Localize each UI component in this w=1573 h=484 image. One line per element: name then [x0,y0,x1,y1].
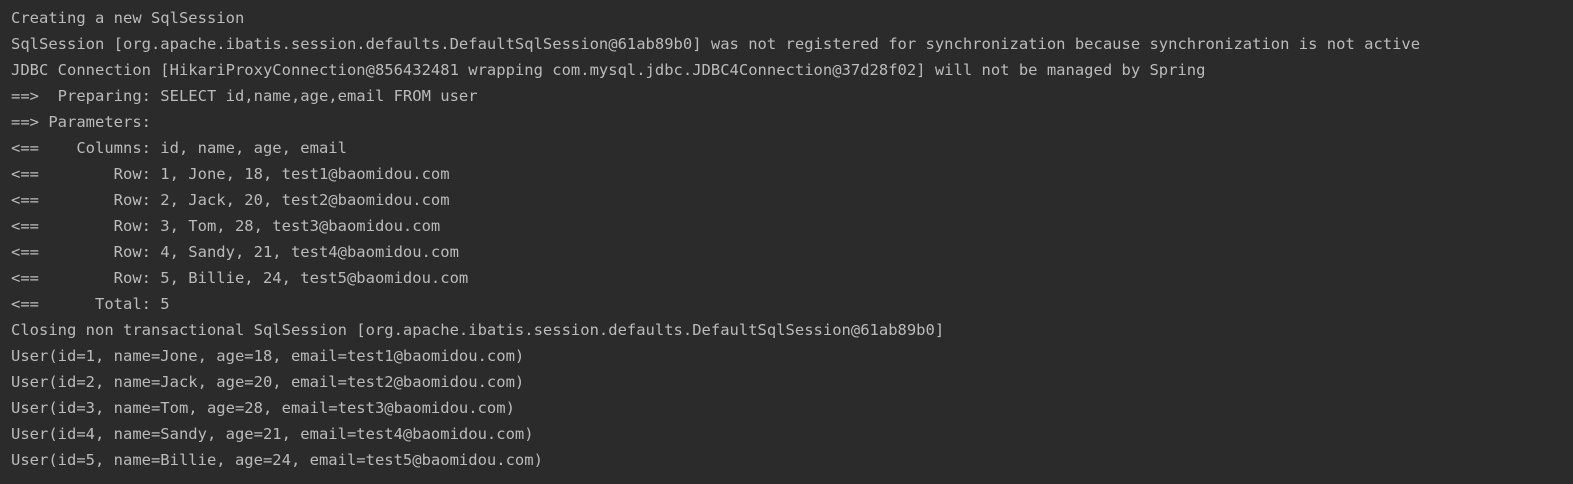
console-line: <== Row: 4, Sandy, 21, test4@baomidou.co… [11,243,459,261]
console-line: User(id=5, name=Billie, age=24, email=te… [11,451,543,469]
console-line: ==> Parameters: [11,113,161,131]
console-line: User(id=3, name=Tom, age=28, email=test3… [11,399,515,417]
console-line: ==> Preparing: SELECT id,name,age,email … [11,87,478,105]
console-line: <== Row: 1, Jone, 18, test1@baomidou.com [11,165,450,183]
console-line: User(id=4, name=Sandy, age=21, email=tes… [11,425,534,443]
console-line: <== Columns: id, name, age, email [11,139,347,157]
console-line: <== Row: 2, Jack, 20, test2@baomidou.com [11,191,450,209]
console-line: Creating a new SqlSession [11,9,245,27]
console-line: Closing non transactional SqlSession [or… [11,321,945,339]
console-line: User(id=1, name=Jone, age=18, email=test… [11,347,525,365]
console-line: <== Row: 3, Tom, 28, test3@baomidou.com [11,217,441,235]
console-line: SqlSession [org.apache.ibatis.session.de… [11,35,1421,53]
console-line: <== Row: 5, Billie, 24, test5@baomidou.c… [11,269,469,287]
console-output[interactable]: Creating a new SqlSession SqlSession [or… [0,0,1573,484]
console-line: User(id=2, name=Jack, age=20, email=test… [11,373,525,391]
console-line: <== Total: 5 [11,295,170,313]
console-line: JDBC Connection [HikariProxyConnection@8… [11,61,1206,79]
